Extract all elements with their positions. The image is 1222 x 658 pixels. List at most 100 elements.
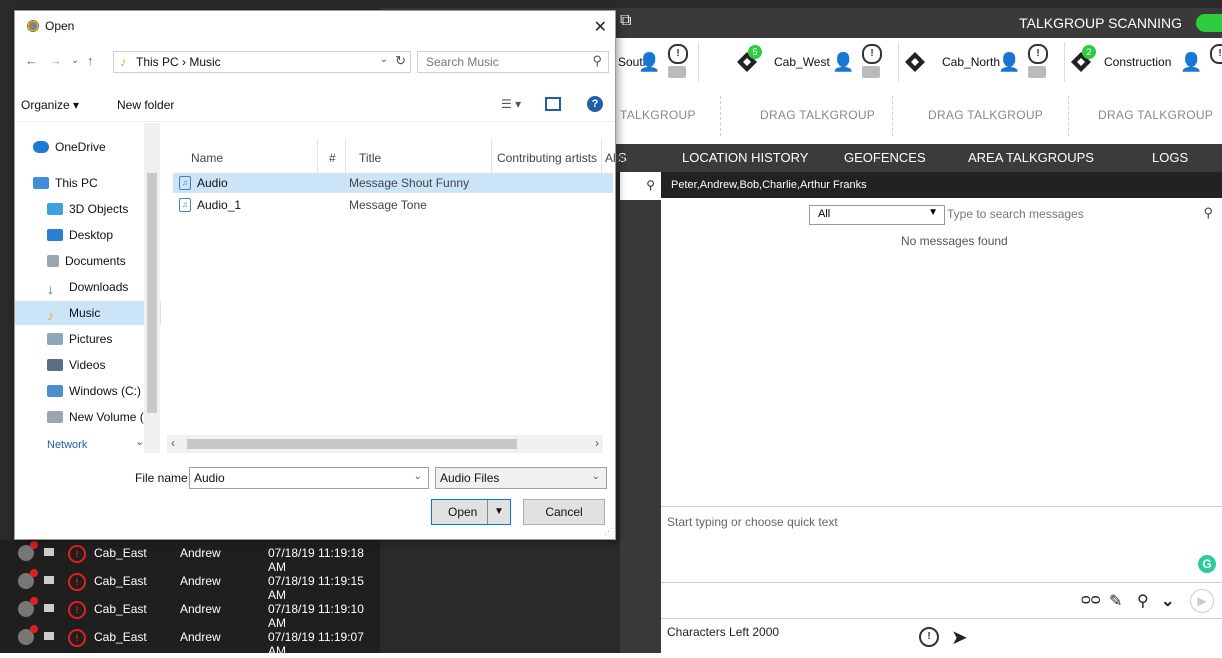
- column-contributing-artists[interactable]: Contributing artists: [497, 151, 597, 165]
- camera-icon[interactable]: [1028, 66, 1046, 78]
- nav-pane-scrollbar[interactable]: [144, 123, 160, 453]
- scroll-thumb[interactable]: [147, 173, 157, 413]
- search-icon[interactable]: ⚲: [1203, 205, 1213, 221]
- search-music-input[interactable]: Search Music ⚲: [417, 51, 609, 73]
- attachment-icon[interactable]: ✎: [1109, 591, 1122, 611]
- drag-talkgroup-slot[interactable]: DRAG TALKGROUP: [928, 108, 1043, 122]
- talkgroup-card-cab-west[interactable]: 5 Cab_West 👤 !: [730, 42, 899, 82]
- person-icon: 👤: [638, 52, 661, 72]
- chevron-right-icon[interactable]: ›: [595, 436, 599, 450]
- file-row-audio[interactable]: ♫ Audio Message Shout Funny: [173, 173, 613, 193]
- history-row[interactable]: ! Cab_East Andrew 07/18/19 11:19:07 AM: [0, 624, 380, 658]
- chevron-down-icon[interactable]: ⌄: [592, 471, 600, 482]
- refresh-icon[interactable]: ↻: [395, 53, 406, 69]
- emergency-icon: !: [68, 601, 86, 619]
- resize-grip-icon[interactable]: ⋰: [604, 526, 613, 537]
- history-row[interactable]: ! Cab_East Andrew 07/18/19 11:19:18 AM: [0, 540, 380, 574]
- organize-button[interactable]: Organize ▾: [21, 98, 79, 112]
- open-options-dropdown[interactable]: ▼: [487, 500, 510, 524]
- speaker-icon[interactable]: [44, 576, 54, 584]
- talkgroup-card-cab-north[interactable]: Cab_North 👤 !: [898, 42, 1065, 82]
- search-icon[interactable]: ⚲: [592, 53, 602, 69]
- quick-text-chevron-icon[interactable]: ⌄: [1161, 591, 1174, 611]
- nav-item-this-pc[interactable]: This PC: [33, 171, 98, 195]
- camera-icon[interactable]: [862, 66, 880, 78]
- file-type-select[interactable]: Audio Files ⌄: [435, 467, 607, 489]
- mic-icon[interactable]: !: [1210, 44, 1222, 64]
- chevron-left-icon[interactable]: ‹: [171, 436, 175, 450]
- speaker-icon[interactable]: [44, 632, 54, 640]
- nav-item-network[interactable]: ⌄ Network: [21, 435, 161, 453]
- column-track-number[interactable]: #: [329, 151, 336, 165]
- tab-logs[interactable]: LOGS: [1152, 150, 1188, 165]
- talkgroup-card-construction[interactable]: 2 Construction 👤 !: [1064, 42, 1222, 82]
- column-title[interactable]: Title: [359, 151, 381, 165]
- scroll-thumb[interactable]: [187, 439, 517, 449]
- compose-textarea[interactable]: Start typing or choose quick text G: [661, 506, 1222, 583]
- speaker-icon[interactable]: [44, 604, 54, 612]
- nav-item-documents[interactable]: Documents: [47, 249, 126, 273]
- expand-chevron-icon[interactable]: ⌄: [135, 435, 144, 448]
- chevron-down-icon[interactable]: ⌄: [380, 54, 388, 65]
- left-edge-panel: [0, 0, 14, 540]
- tab-area-talkgroups[interactable]: AREA TALKGROUPS: [968, 150, 1094, 165]
- message-search-input[interactable]: Type to search messages ⚲: [947, 205, 1217, 223]
- file-name-row: File name: Audio ⌄ Audio Files ⌄: [15, 463, 615, 493]
- file-list-hscrollbar[interactable]: ‹ ›: [167, 435, 603, 453]
- drag-talkgroup-slot[interactable]: DRAG TALKGROUP: [1098, 108, 1213, 122]
- nav-item-onedrive[interactable]: OneDrive: [33, 135, 106, 159]
- recent-dropdown-icon[interactable]: ⌄: [71, 55, 79, 66]
- mic-icon[interactable]: !: [668, 44, 688, 64]
- view-options-icon[interactable]: ☰ ▾: [501, 97, 521, 111]
- mic-icon[interactable]: !: [1028, 44, 1048, 64]
- music-folder-icon: ♪: [120, 54, 127, 69]
- nav-item-pictures[interactable]: Pictures: [47, 327, 112, 351]
- tab-geofences[interactable]: GEOFENCES: [844, 150, 926, 165]
- nav-item-windows-c[interactable]: Windows (C:): [47, 379, 141, 403]
- file-name-input[interactable]: Audio ⌄: [189, 467, 429, 489]
- drag-talkgroup-slot[interactable]: TALKGROUP: [620, 108, 696, 122]
- speaker-icon[interactable]: [44, 548, 54, 556]
- history-row[interactable]: ! Cab_East Andrew 07/18/19 11:19:15 AM: [0, 568, 380, 602]
- back-arrow-icon[interactable]: ←: [25, 53, 38, 68]
- voicemail-icon[interactable]: ᴑᴑ: [1081, 591, 1100, 609]
- drag-talkgroup-slot[interactable]: DRAG TALKGROUP: [760, 108, 875, 122]
- file-name-label: File name:: [135, 471, 192, 485]
- file-row-audio-1[interactable]: ♫ Audio_1 Message Tone: [173, 195, 613, 215]
- scanning-toggle[interactable]: [1196, 14, 1222, 32]
- column-name[interactable]: Name: [191, 151, 223, 165]
- column-album[interactable]: Albu: [605, 151, 629, 165]
- popout-icon[interactable]: ⧉: [620, 12, 640, 32]
- chevron-down-icon[interactable]: ⌄: [414, 471, 422, 482]
- cancel-button[interactable]: Cancel: [523, 499, 605, 525]
- mic-icon[interactable]: !: [919, 627, 939, 647]
- address-bar[interactable]: ♪ This PC › Music ⌄ ↻: [113, 51, 411, 73]
- forward-arrow-icon[interactable]: →: [49, 53, 62, 68]
- open-button[interactable]: Open ▼: [431, 499, 511, 525]
- nav-item-downloads[interactable]: ↓ Downloads: [47, 275, 128, 299]
- up-arrow-icon[interactable]: ↑: [87, 53, 94, 68]
- nav-item-music[interactable]: ♪ Music: [15, 301, 161, 325]
- address-path[interactable]: This PC › Music: [136, 55, 221, 69]
- close-icon[interactable]: ✕: [594, 17, 607, 37]
- nav-item-desktop[interactable]: Desktop: [47, 223, 113, 247]
- nav-item-new-volume-d[interactable]: New Volume (D:: [47, 405, 156, 429]
- help-icon[interactable]: ?: [587, 96, 603, 112]
- contacts-search[interactable]: ⚲: [620, 172, 661, 200]
- nav-item-3d-objects[interactable]: 3D Objects: [47, 197, 128, 221]
- grammar-g-icon[interactable]: G: [1198, 555, 1216, 573]
- search-icon[interactable]: ⚲: [646, 178, 655, 192]
- dialog-title-bar[interactable]: Open ✕: [15, 11, 615, 41]
- nav-item-videos[interactable]: Videos: [47, 353, 105, 377]
- new-folder-button[interactable]: New folder: [117, 98, 174, 112]
- location-pin-icon[interactable]: ⚲: [1137, 591, 1149, 611]
- history-row[interactable]: ! Cab_East Andrew 07/18/19 11:19:10 AM: [0, 596, 380, 630]
- send-button[interactable]: ▶: [1190, 589, 1214, 613]
- message-filter-select[interactable]: All ▼: [809, 205, 945, 225]
- navigation-arrow-icon[interactable]: ➤: [951, 625, 968, 650]
- preview-pane-icon[interactable]: [545, 97, 561, 111]
- mic-icon[interactable]: !: [862, 44, 882, 64]
- tab-location-history[interactable]: LOCATION HISTORY: [682, 150, 808, 165]
- camera-icon[interactable]: [668, 66, 686, 78]
- file-type-value: Audio Files: [440, 471, 500, 485]
